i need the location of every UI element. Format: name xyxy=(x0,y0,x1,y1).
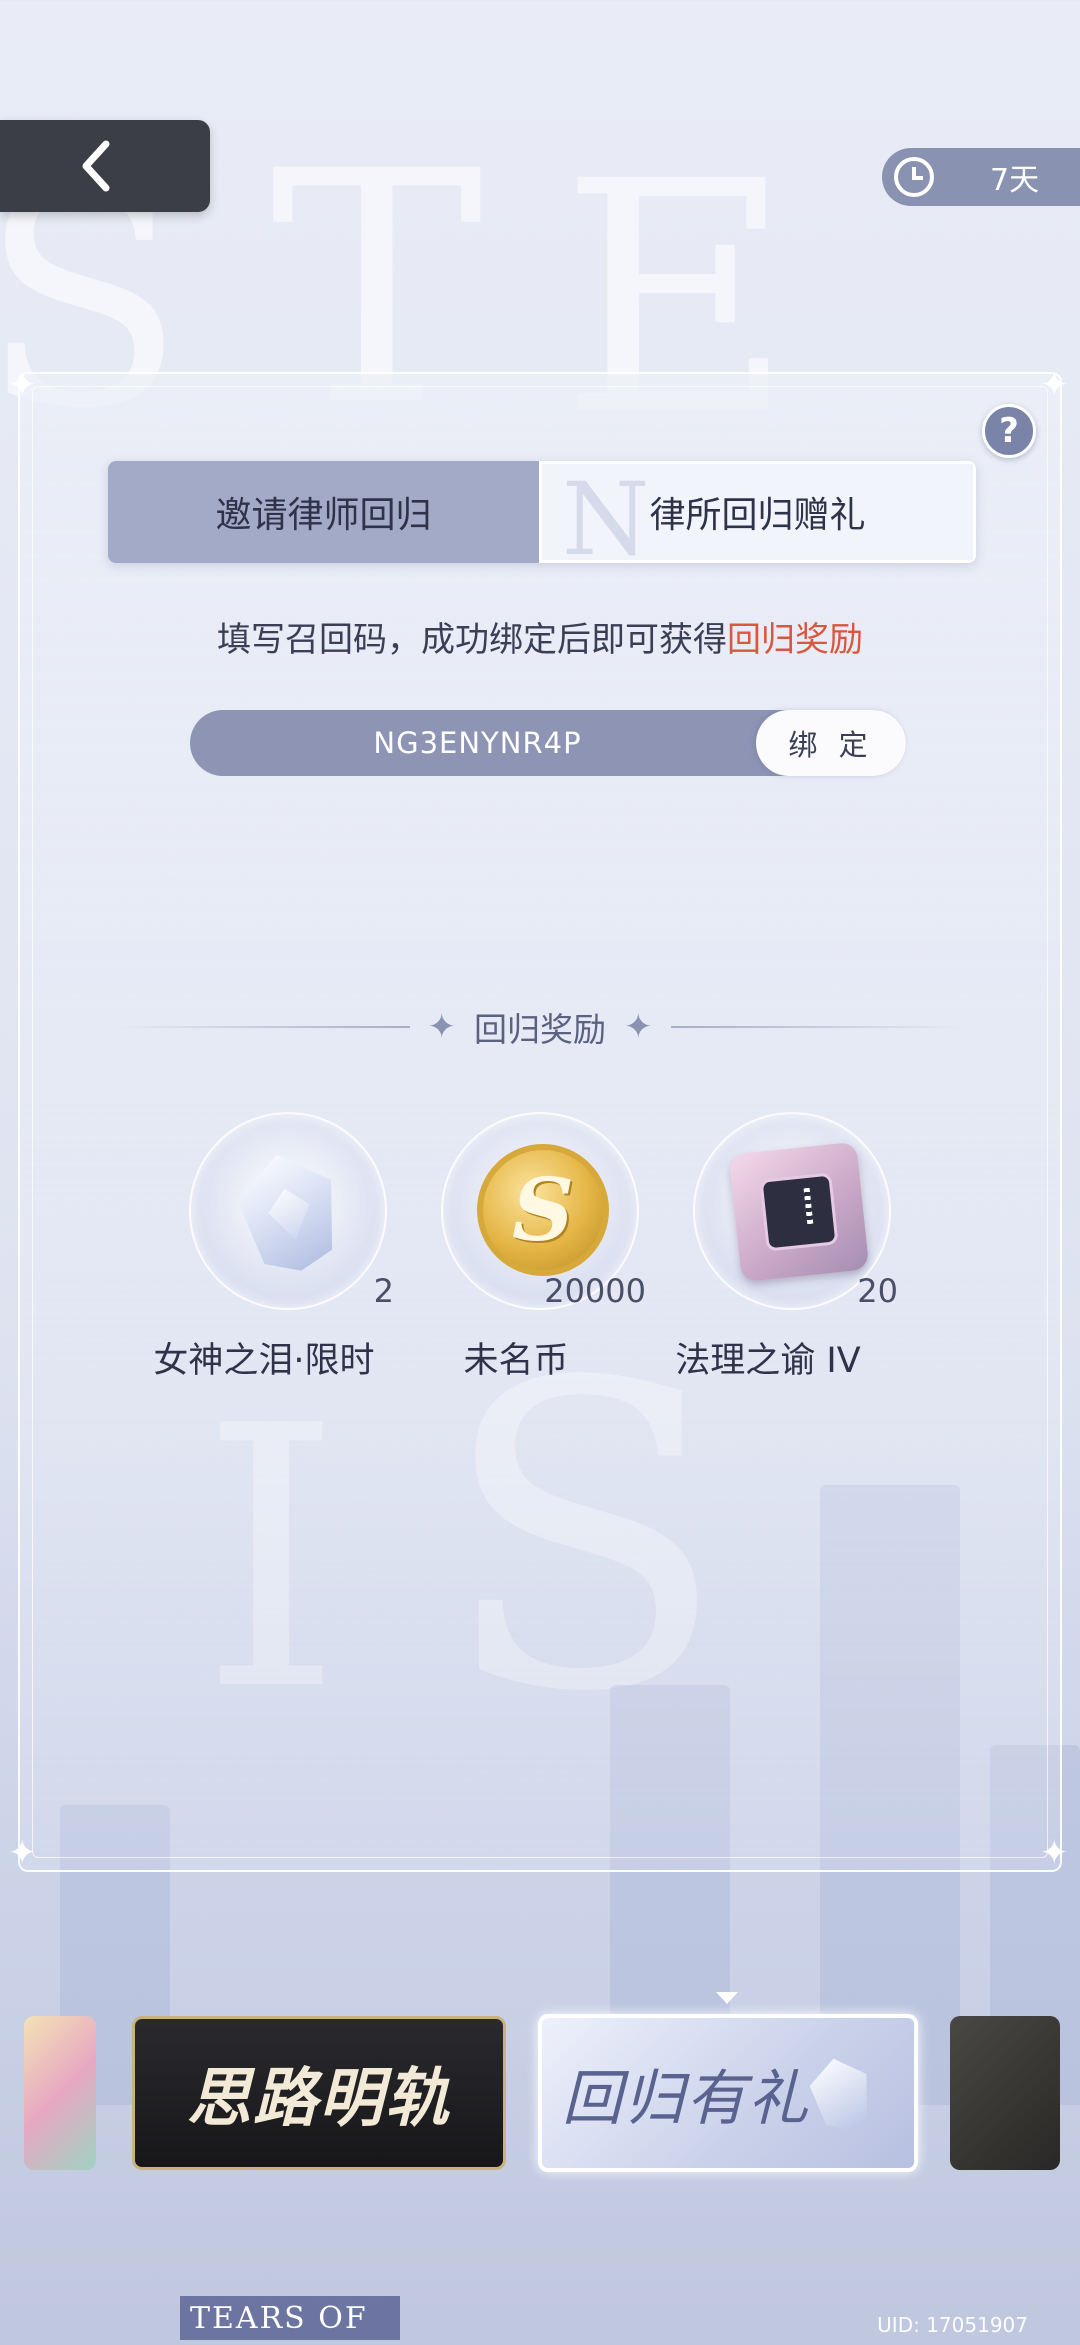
selected-indicator-icon xyxy=(716,1992,738,2004)
question-icon: ? xyxy=(999,411,1019,451)
carousel-card[interactable] xyxy=(950,2016,1060,2170)
tab-bar: 邀请律师回归 N 律所回归赠礼 xyxy=(108,461,976,563)
sparkle-icon: ✦ xyxy=(624,1007,653,1047)
section-title-text: 回归奖励 xyxy=(474,1010,606,1049)
tab-label: 邀请律师回归 xyxy=(215,495,432,536)
recall-code-field: NG3ENYNR4P 绑 定 xyxy=(190,710,906,776)
bind-button[interactable]: 绑 定 xyxy=(756,710,906,776)
tab-label: 律所回归赠礼 xyxy=(649,495,866,536)
chip-core xyxy=(759,1172,839,1252)
sparkle-icon: ✦ xyxy=(1040,365,1069,405)
tab-invite-lawyer[interactable]: 邀请律师回归 xyxy=(108,461,539,563)
clock-icon xyxy=(894,157,934,197)
sparkle-icon: ✦ xyxy=(8,365,37,405)
timer-label: 7天 xyxy=(990,163,1040,198)
sparkle-icon: ✦ xyxy=(8,1833,37,1873)
instruction-highlight: 回归奖励 xyxy=(727,620,863,660)
reward-name: 法理之谕 IV xyxy=(675,1341,861,1381)
reward-quantity: 20000 xyxy=(544,1272,646,1310)
chevron-left-icon xyxy=(82,140,110,192)
reward-item[interactable]: 2 女神之泪·限时 xyxy=(134,1112,394,1382)
divider-line xyxy=(119,1026,410,1028)
sparkle-icon: ✦ xyxy=(1040,1833,1069,1873)
instruction-text: 填写召回码，成功绑定后即可获得回归奖励 xyxy=(0,612,1080,661)
carousel-card-label: 思路明轨 xyxy=(187,2061,451,2136)
instruction-main: 填写召回码，成功绑定后即可获得 xyxy=(217,620,727,660)
rewards-section-title: ✦ 回归奖励 ✦ xyxy=(0,1002,1080,1052)
timer-pill: 7天 xyxy=(882,148,1080,206)
tab-deco-letter: N xyxy=(562,461,650,564)
brand-logo: TEARS OF xyxy=(180,2296,400,2340)
carousel-card[interactable] xyxy=(24,2016,96,2170)
sparkle-icon: ✦ xyxy=(427,1007,457,1047)
reward-quantity: 20 xyxy=(857,1272,898,1310)
carousel-card[interactable]: 思路明轨 xyxy=(132,2016,506,2170)
reward-item[interactable]: 20 法理之谕 IV xyxy=(638,1112,898,1382)
carousel-card-selected[interactable]: 回归有礼 xyxy=(538,2014,918,2172)
chip-card-icon xyxy=(728,1141,870,1283)
reward-item[interactable]: S 20000 未名币 xyxy=(386,1112,646,1382)
uid-label: UID: 17051907 xyxy=(877,2313,1028,2337)
recall-code-input[interactable]: NG3ENYNR4P xyxy=(190,710,765,776)
help-button[interactable]: ? xyxy=(982,404,1036,458)
back-button[interactable] xyxy=(0,120,210,212)
divider-line xyxy=(670,1026,961,1028)
tab-return-gift[interactable]: N 律所回归赠礼 xyxy=(539,461,976,563)
carousel-card-label: 回归有礼 xyxy=(562,2063,810,2134)
tear-gem-icon xyxy=(805,2053,877,2135)
reward-icon-frame xyxy=(189,1112,387,1310)
gold-coin-icon: S xyxy=(477,1144,609,1276)
